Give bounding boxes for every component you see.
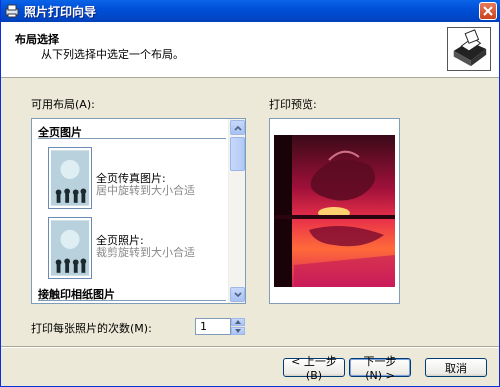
- vertical-scrollbar[interactable]: [228, 119, 245, 303]
- footer-divider: [1, 346, 499, 348]
- spin-up-button[interactable]: [231, 318, 245, 326]
- printer-icon: [447, 27, 491, 71]
- next-button[interactable]: 下一步(N) >: [349, 355, 411, 382]
- scroll-up-icon: [233, 125, 242, 131]
- step-subtitle: 从下列选择中选定一个布局。: [41, 48, 184, 61]
- spin-down-button[interactable]: [231, 327, 245, 335]
- spin-down-icon: [235, 329, 241, 333]
- copies-input[interactable]: 1: [195, 318, 231, 335]
- wizard-window: 照片打印向导 布局选择 从下列选择中选定一个布局。 可用布局(A): 打印预览:…: [0, 0, 500, 387]
- print-preview: [269, 118, 400, 304]
- close-icon: [483, 6, 493, 16]
- window-title: 照片打印向导: [24, 4, 97, 19]
- copies-label: 打印每张照片的次数(M):: [31, 322, 152, 335]
- printer-wizard-icon: [5, 4, 19, 18]
- scroll-thumb[interactable]: [230, 137, 245, 171]
- back-button[interactable]: < 上一步(B): [283, 355, 345, 382]
- scroll-down-icon: [233, 291, 242, 297]
- header-panel: 布局选择 从下列选择中选定一个布局。: [1, 22, 499, 78]
- close-button[interactable]: [479, 2, 497, 20]
- layout-thumbnail: [48, 147, 92, 209]
- step-title: 布局选择: [15, 33, 59, 46]
- scroll-up-button[interactable]: [230, 120, 245, 135]
- layout-thumbnail: [48, 217, 92, 279]
- item-description: 居中旋转到大小合适: [96, 184, 195, 197]
- layouts-listbox[interactable]: 全页图片 全页传真图片: 居中旋转到大小合适 全页照片: 裁剪旋转到大小合适 接…: [31, 118, 246, 304]
- group-divider: [38, 138, 226, 139]
- preview-photo: [274, 135, 395, 287]
- scroll-down-button[interactable]: [230, 287, 245, 302]
- spin-up-icon: [235, 320, 241, 324]
- group-divider: [38, 300, 226, 301]
- title-bar: 照片打印向导: [1, 0, 500, 22]
- layouts-label: 可用布局(A):: [31, 98, 95, 111]
- cancel-button[interactable]: 取消: [425, 358, 487, 377]
- copies-spinner[interactable]: [231, 318, 245, 335]
- item-description: 裁剪旋转到大小合适: [96, 246, 195, 259]
- preview-label: 打印预览:: [269, 98, 317, 111]
